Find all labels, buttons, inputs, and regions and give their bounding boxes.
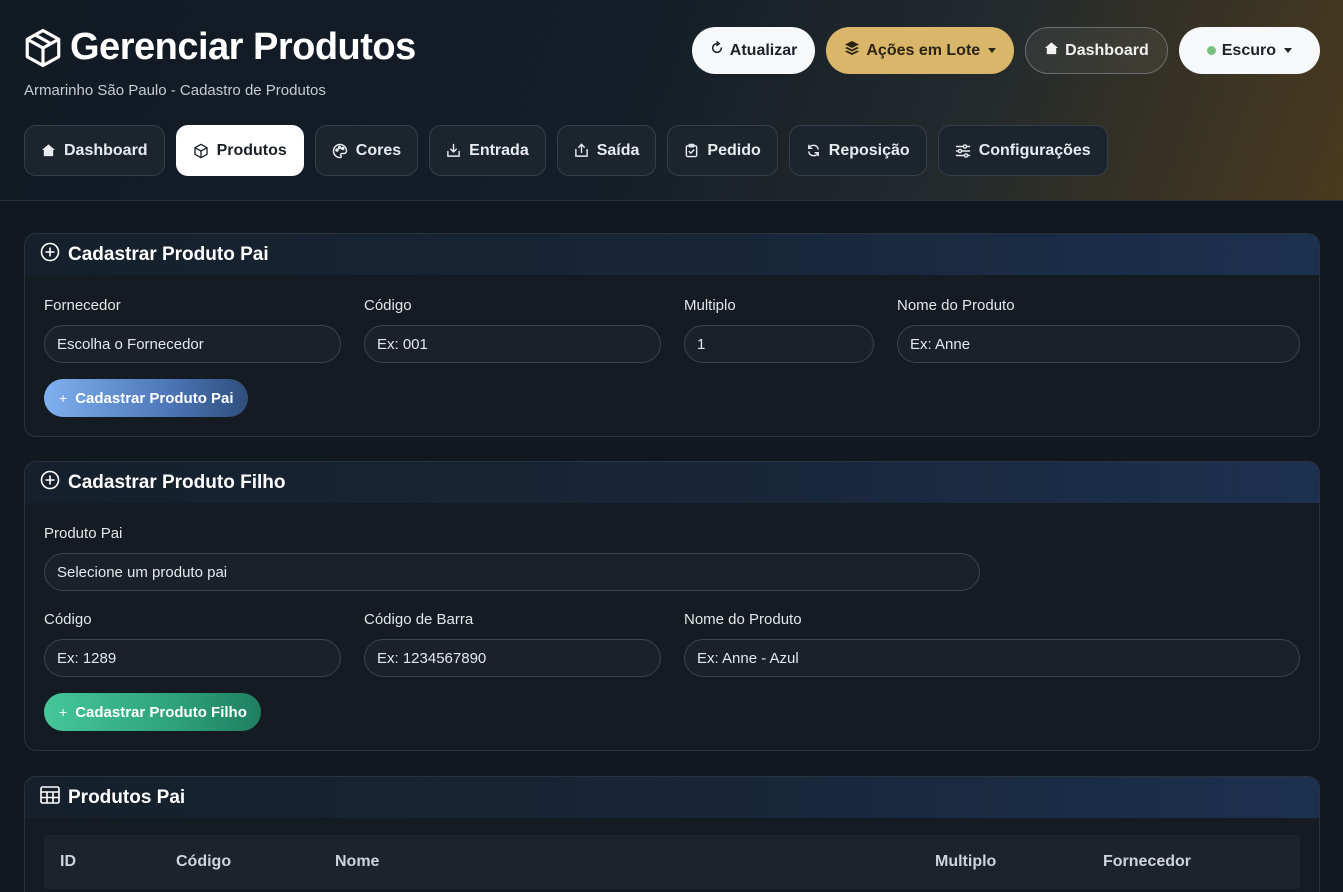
tab-label: Configurações — [978, 141, 1091, 159]
tab-pedido[interactable]: Pedido — [667, 125, 778, 176]
tab-label: Pedido — [707, 141, 761, 159]
tab-cores[interactable]: Cores — [314, 125, 419, 176]
house-icon — [1044, 41, 1059, 61]
top-actions: Atualizar Ações em Lote Dashboard Escuro — [691, 27, 1320, 74]
tab-label: Dashboard — [64, 141, 148, 159]
codigo-input[interactable]: Ex: 1289 — [44, 639, 341, 677]
multiplo-input[interactable]: 1 — [684, 325, 874, 363]
column-header-codigo[interactable]: Código — [176, 853, 231, 871]
card-header: Cadastrar Produto Filho — [25, 462, 1319, 503]
palette-icon — [332, 143, 348, 159]
batch-actions-label: Ações em Lote — [866, 41, 981, 59]
tab-label: Reposição — [828, 141, 910, 159]
card-title: Produtos Pai — [68, 786, 186, 808]
button-label: Cadastrar Produto Filho — [75, 703, 247, 721]
tab-label: Saída — [596, 141, 640, 159]
parent-product-card: Cadastrar Produto Pai Fornecedor Escolha… — [24, 233, 1320, 437]
tab-dashboard[interactable]: Dashboard — [24, 125, 165, 176]
codigo-input[interactable]: Ex: 001 — [364, 325, 661, 363]
theme-dropdown[interactable]: Escuro — [1178, 27, 1320, 74]
codigo-barra-input[interactable]: Ex: 1234567890 — [364, 639, 661, 677]
chevron-down-icon — [1284, 48, 1292, 53]
tab-reposicao[interactable]: Reposição — [788, 125, 927, 176]
card-title: Cadastrar Produto Pai — [68, 243, 269, 265]
inbox-in-icon — [446, 143, 461, 158]
add-child-product-button[interactable]: + Cadastrar Produto Filho — [44, 693, 261, 731]
codigo-label: Código — [364, 297, 412, 314]
produto-pai-select[interactable]: Selecione um produto pai — [44, 553, 980, 591]
nome-input[interactable]: Ex: Anne — [897, 325, 1300, 363]
codigo-label: Código — [44, 611, 92, 628]
refresh-label: Atualizar — [729, 41, 798, 59]
box-icon — [22, 27, 64, 69]
table-header-row: ID Código Nome Multiplo Fornecedor — [44, 835, 1300, 889]
tab-label: Produtos — [216, 141, 287, 159]
nome-label: Nome do Produto — [684, 611, 802, 628]
page-subtitle: Armarinho São Paulo - Cadastro de Produt… — [24, 82, 326, 99]
child-product-card: Cadastrar Produto Filho Produto Pai Sele… — [24, 461, 1320, 751]
nome-label: Nome do Produto — [897, 297, 1015, 314]
page-title: Gerenciar Produtos — [70, 26, 416, 68]
card-header: Cadastrar Produto Pai — [25, 234, 1319, 275]
fornecedor-label: Fornecedor — [44, 297, 121, 314]
produto-pai-label: Produto Pai — [44, 525, 123, 542]
column-header-fornecedor[interactable]: Fornecedor — [1103, 853, 1191, 871]
column-header-multiplo[interactable]: Multiplo — [935, 853, 996, 871]
tab-label: Entrada — [469, 141, 529, 159]
card-title: Cadastrar Produto Filho — [68, 471, 286, 493]
plus-icon: + — [59, 390, 68, 406]
tab-configuracoes[interactable]: Configurações — [937, 125, 1108, 176]
tab-entrada[interactable]: Entrada — [429, 125, 546, 176]
column-header-id[interactable]: ID — [60, 853, 76, 871]
batch-actions-dropdown[interactable]: Ações em Lote — [826, 27, 1015, 74]
theme-label: Escuro — [1221, 41, 1276, 59]
tab-label: Cores — [355, 141, 402, 159]
status-dot — [1206, 46, 1216, 55]
plus-icon: + — [59, 704, 68, 720]
plus-circle-icon — [40, 242, 60, 268]
box-out-icon — [574, 143, 589, 158]
button-label: Cadastrar Produto Pai — [75, 389, 234, 407]
codigo-barra-label: Código de Barra — [364, 611, 474, 628]
main-tabs: Dashboard Produtos Cores Entrada Saída P… — [24, 125, 1108, 176]
tab-produtos[interactable]: Produtos — [175, 125, 304, 176]
dashboard-label: Dashboard — [1065, 41, 1149, 59]
card-header: Produtos Pai — [25, 777, 1319, 818]
dashboard-button[interactable]: Dashboard — [1025, 27, 1168, 74]
column-header-nome[interactable]: Nome — [335, 853, 379, 871]
layers-icon — [844, 40, 860, 61]
add-parent-product-button[interactable]: + Cadastrar Produto Pai — [44, 379, 248, 417]
sliders-icon — [955, 143, 971, 159]
page-header: Gerenciar Produtos Armarinho São Paulo -… — [0, 0, 1343, 201]
plus-circle-icon — [40, 470, 60, 496]
table-icon — [40, 785, 60, 810]
house-icon — [41, 143, 56, 158]
nome-input[interactable]: Ex: Anne - Azul — [684, 639, 1300, 677]
refresh-icon — [806, 143, 821, 158]
title-row: Gerenciar Produtos — [22, 26, 416, 69]
chevron-down-icon — [988, 48, 997, 53]
clipboard-check-icon — [684, 143, 699, 158]
fornecedor-select[interactable]: Escolha o Fornecedor — [44, 325, 341, 363]
refresh-icon — [710, 41, 724, 60]
refresh-button[interactable]: Atualizar — [691, 27, 816, 74]
multiplo-label: Multiplo — [684, 297, 736, 314]
parent-products-table-card: Produtos Pai ID Código Nome Multiplo For… — [24, 776, 1320, 892]
tab-saida[interactable]: Saída — [556, 125, 657, 176]
box-icon — [193, 143, 209, 159]
